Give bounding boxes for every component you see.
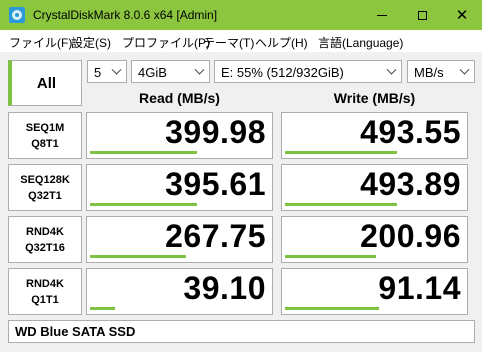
test-label-line2: Q8T1: [31, 137, 59, 150]
comment-field[interactable]: WD Blue SATA SSD: [8, 320, 475, 343]
drive-value: E: 55% (512/932GiB): [221, 65, 344, 80]
menu-bar: ファイル(F) 設定(S) プロファイル(P) テーマ(T) ヘルプ(H) 言語…: [0, 30, 482, 52]
test-size-select[interactable]: 4GiB: [131, 60, 210, 83]
test-label-line2: Q32T1: [28, 189, 62, 202]
test-label-line1: SEQ1M: [25, 121, 65, 134]
chevron-down-icon: [111, 64, 122, 75]
write-result-cell: 200.96: [281, 216, 468, 263]
close-icon: ✕: [455, 7, 469, 24]
unit-value: MB/s: [414, 65, 444, 80]
test-count-select[interactable]: 5: [87, 60, 127, 83]
test-count-value: 5: [94, 65, 102, 80]
chevron-down-icon: [459, 64, 470, 75]
read-result-cell: 395.61: [86, 164, 273, 211]
read-progress-bar: [90, 255, 186, 258]
write-result-value: 200.96: [360, 218, 461, 254]
maximize-icon: [417, 10, 427, 20]
write-result-value: 91.14: [378, 270, 461, 306]
read-result-value: 399.98: [165, 114, 266, 150]
menu-profile[interactable]: プロファイル(P): [122, 34, 210, 51]
read-result-cell: 39.10: [86, 268, 273, 315]
menu-settings[interactable]: 設定(S): [71, 34, 111, 51]
test-label-line2: Q32T16: [25, 241, 65, 254]
test-button-2[interactable]: RND4K Q32T16: [8, 216, 82, 263]
write-column-header: Write (MB/s): [333, 90, 416, 106]
menu-file[interactable]: ファイル(F): [9, 34, 72, 51]
test-label-line2: Q1T1: [31, 293, 59, 306]
drive-select[interactable]: E: 55% (512/932GiB): [214, 60, 402, 83]
all-button[interactable]: All: [8, 60, 82, 106]
write-result-cell: 493.55: [281, 112, 468, 159]
close-button[interactable]: ✕: [442, 0, 482, 30]
test-button-3[interactable]: RND4K Q1T1: [8, 268, 82, 315]
read-progress-bar: [90, 151, 197, 154]
title-bar: CrystalDiskMark 8.0.6 x64 [Admin] ✕: [0, 0, 482, 30]
read-progress-bar: [90, 203, 197, 206]
write-result-value: 493.89: [360, 166, 461, 202]
write-progress-bar: [285, 307, 380, 310]
read-column-header: Read (MB/s): [139, 90, 220, 106]
write-progress-bar: [285, 255, 376, 258]
crystaldiskmark-app-icon: [9, 7, 25, 23]
minimize-button[interactable]: [362, 0, 402, 30]
menu-language[interactable]: 言語(Language): [318, 34, 403, 51]
read-progress-bar: [90, 307, 116, 310]
chevron-down-icon: [194, 64, 205, 75]
test-button-1[interactable]: SEQ128K Q32T1: [8, 164, 82, 211]
write-result-value: 493.55: [360, 114, 461, 150]
test-label-line1: RND4K: [26, 225, 64, 238]
test-button-0[interactable]: SEQ1M Q8T1: [8, 112, 82, 159]
write-progress-bar: [285, 151, 398, 154]
test-label-line1: RND4K: [26, 277, 64, 290]
menu-theme[interactable]: テーマ(T): [203, 34, 254, 51]
menu-help[interactable]: ヘルプ(H): [255, 34, 308, 51]
read-result-cell: 267.75: [86, 216, 273, 263]
write-progress-bar: [285, 203, 398, 206]
write-result-cell: 91.14: [281, 268, 468, 315]
maximize-button[interactable]: [402, 0, 442, 30]
read-result-value: 267.75: [165, 218, 266, 254]
read-result-value: 39.10: [183, 270, 266, 306]
test-label-line1: SEQ128K: [20, 173, 70, 186]
minimize-icon: [377, 14, 387, 16]
test-size-value: 4GiB: [138, 65, 167, 80]
read-result-value: 395.61: [165, 166, 266, 202]
write-result-cell: 493.89: [281, 164, 468, 211]
window-title: CrystalDiskMark 8.0.6 x64 [Admin]: [33, 8, 218, 22]
unit-select[interactable]: MB/s: [407, 60, 475, 83]
read-result-cell: 399.98: [86, 112, 273, 159]
chevron-down-icon: [386, 64, 397, 75]
